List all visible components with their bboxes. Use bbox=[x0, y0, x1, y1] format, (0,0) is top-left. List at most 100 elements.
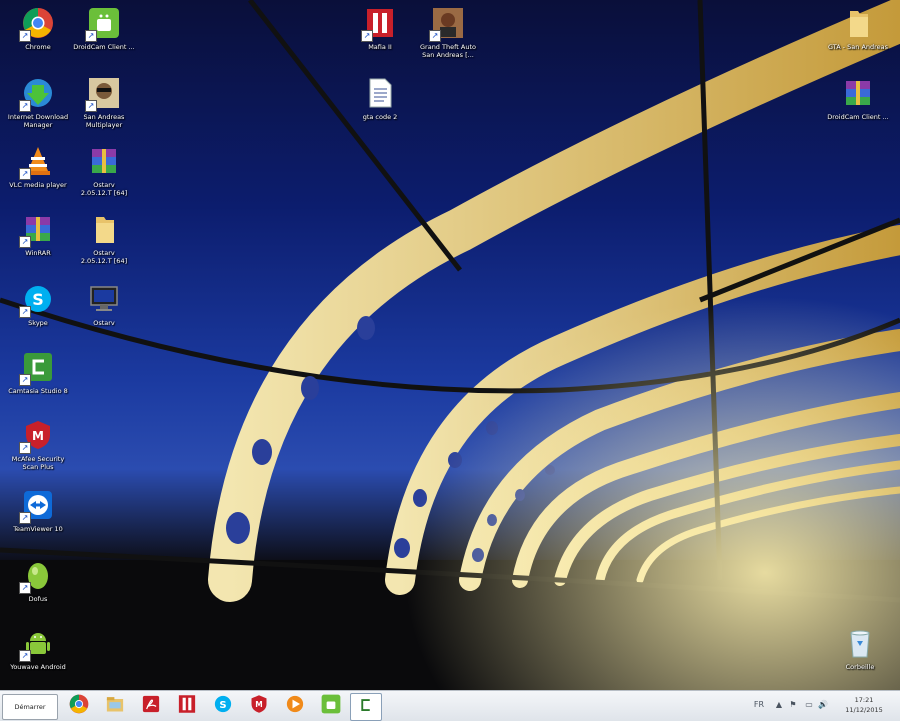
desktop-icon-label: Mafia II bbox=[368, 43, 392, 51]
volume-icon[interactable]: 🔊 bbox=[818, 700, 828, 710]
desktop-icon-label: DroidCam Client ... bbox=[73, 43, 135, 51]
desktop-icon-idm[interactable]: ↗ Internet Download Manager bbox=[0, 76, 76, 129]
folder-icon bbox=[87, 212, 121, 246]
shortcut-arrow-icon: ↗ bbox=[19, 512, 31, 524]
taskbar-item-skype[interactable]: S bbox=[208, 693, 238, 719]
desktop-icon-droidcam[interactable]: ↗ DroidCam Client ... bbox=[66, 6, 142, 51]
desktop-icon-chrome[interactable]: ↗ Chrome bbox=[0, 6, 76, 51]
skype-icon: S bbox=[213, 694, 233, 718]
taskbar-item-camtasia[interactable] bbox=[350, 693, 382, 721]
chrome-icon: ↗ bbox=[19, 6, 55, 42]
system-clock[interactable]: 17:21 11/12/2015 bbox=[836, 695, 892, 715]
shortcut-arrow-icon: ↗ bbox=[361, 30, 373, 42]
desktop-icon-droidcam-archive[interactable]: DroidCam Client ... bbox=[820, 76, 896, 121]
winrar-icon bbox=[87, 144, 121, 178]
idm-icon: ↗ bbox=[19, 76, 55, 112]
shortcut-arrow-icon: ↗ bbox=[19, 168, 31, 180]
vlc-icon: ↗ bbox=[19, 144, 55, 180]
desktop-icon-youwave[interactable]: ↗ Youwave Android bbox=[0, 626, 76, 671]
desktop-icon-vlc[interactable]: ↗ VLC media player bbox=[0, 144, 76, 189]
taskbar-item-droidcam[interactable] bbox=[316, 693, 346, 719]
desktop-icon-camtasia[interactable]: ↗ Camtasia Studio 8 bbox=[0, 350, 76, 395]
desktop-icon-gta-san-andreas[interactable]: ↗ Grand Theft Auto San Andreas [... bbox=[410, 6, 486, 59]
shortcut-arrow-icon: ↗ bbox=[19, 30, 31, 42]
desktop[interactable]: ↗ Chrome ↗ DroidCam Client ... ↗ Mafia I… bbox=[0, 0, 900, 690]
mcafee-icon: M bbox=[249, 694, 269, 718]
desktop-icon-label: Ostarv 2.05.12.T [64] bbox=[80, 181, 128, 197]
taskbar-item-mcafee[interactable]: M bbox=[244, 693, 274, 719]
samp-icon: ↗ bbox=[85, 76, 121, 112]
desktop-icon-teamviewer[interactable]: ↗ TeamViewer 10 bbox=[0, 488, 76, 533]
taskbar-item-acrobat[interactable] bbox=[136, 693, 166, 719]
camtasia-icon: ↗ bbox=[19, 350, 55, 386]
taskbar-item-explorer[interactable] bbox=[100, 693, 130, 719]
svg-text:M: M bbox=[255, 700, 262, 709]
desktop-icon-dofus[interactable]: ↗ Dofus bbox=[0, 558, 76, 603]
desktop-icon-label: Youwave Android bbox=[10, 663, 66, 671]
desktop-icon-mafia[interactable]: ↗ Mafia II bbox=[342, 6, 418, 51]
mafia-icon bbox=[177, 694, 197, 718]
desktop-icon-label: Camtasia Studio 8 bbox=[8, 387, 68, 395]
desktop-icon-label: DroidCam Client ... bbox=[827, 113, 889, 121]
gta-icon: ↗ bbox=[429, 6, 465, 42]
desktop-icon-recycle-bin[interactable]: Corbeille bbox=[822, 626, 898, 671]
desktop-icon-label: Grand Theft Auto San Andreas [... bbox=[420, 43, 476, 59]
show-hidden-icons-icon[interactable]: ▲ bbox=[774, 700, 784, 710]
shortcut-arrow-icon: ↗ bbox=[19, 236, 31, 248]
start-button[interactable]: Démarrer bbox=[2, 694, 58, 720]
desktop-icon-label: Chrome bbox=[25, 43, 51, 51]
shortcut-arrow-icon: ↗ bbox=[19, 306, 31, 318]
droidcam-icon bbox=[321, 694, 341, 718]
winrar-icon bbox=[841, 76, 875, 110]
taskbar-item-media-player[interactable] bbox=[280, 693, 310, 719]
desktop-icon-skype[interactable]: S ↗ Skype bbox=[0, 282, 76, 327]
recycle-bin-icon bbox=[843, 626, 877, 660]
taskbar-item-mafia[interactable] bbox=[172, 693, 202, 719]
text-file-icon bbox=[363, 76, 397, 110]
svg-text:S: S bbox=[219, 700, 226, 711]
media-player-icon bbox=[285, 694, 305, 718]
desktop-icon-samp[interactable]: ↗ San Andreas Multiplayer bbox=[66, 76, 142, 129]
shortcut-arrow-icon: ↗ bbox=[85, 100, 97, 112]
explorer-icon bbox=[105, 694, 125, 718]
desktop-icon-label: WinRAR bbox=[25, 249, 51, 257]
desktop-icon-ostarv-folder[interactable]: Ostarv 2.05.12.T [64] bbox=[66, 212, 142, 265]
shortcut-arrow-icon: ↗ bbox=[19, 374, 31, 386]
shortcut-arrow-icon: ↗ bbox=[19, 650, 31, 662]
language-indicator[interactable]: FR bbox=[752, 700, 766, 710]
desktop-icon-label: Internet Download Manager bbox=[7, 113, 69, 129]
desktop-icon-mcafee[interactable]: M ↗ McAfee Security Scan Plus bbox=[0, 418, 76, 471]
camtasia-icon bbox=[356, 695, 376, 719]
mafia-icon: ↗ bbox=[361, 6, 397, 42]
desktop-icon-gta-folder[interactable]: GTA - San Andreas bbox=[820, 6, 896, 51]
mcafee-icon: M ↗ bbox=[19, 418, 55, 454]
taskbar-item-chrome[interactable] bbox=[64, 693, 94, 719]
desktop-icon-label: Dofus bbox=[28, 595, 48, 603]
shortcut-arrow-icon: ↗ bbox=[19, 582, 31, 594]
network-icon[interactable]: ▭ bbox=[804, 700, 814, 710]
desktop-icon-gta-code[interactable]: gta code 2 bbox=[342, 76, 418, 121]
action-center-flag-icon[interactable]: ⚑ bbox=[788, 700, 798, 710]
taskbar: Démarrer S M FR ▲ ⚑ ▭ 🔊 17:21 11/12/2015 bbox=[0, 690, 900, 721]
svg-text:S: S bbox=[32, 290, 44, 309]
desktop-icon-label: McAfee Security Scan Plus bbox=[11, 455, 65, 471]
desktop-icon-label: gta code 2 bbox=[362, 113, 398, 121]
desktop-icon-label: TeamViewer 10 bbox=[13, 525, 63, 533]
svg-text:M: M bbox=[32, 429, 44, 443]
clock-date: 11/12/2015 bbox=[845, 706, 883, 714]
skype-icon: S ↗ bbox=[19, 282, 55, 318]
desktop-icon-label: GTA - San Andreas bbox=[827, 43, 889, 51]
desktop-icon-label: Ostarv 2.05.12.T [64] bbox=[80, 249, 128, 265]
desktop-icon-winrar[interactable]: ↗ WinRAR bbox=[0, 212, 76, 257]
droidcam-icon: ↗ bbox=[85, 6, 121, 42]
start-button-label: Démarrer bbox=[14, 703, 46, 711]
desktop-icon-label: Skype bbox=[28, 319, 48, 327]
desktop-icon-label: Ostarv bbox=[93, 319, 115, 327]
shortcut-arrow-icon: ↗ bbox=[19, 442, 31, 454]
acrobat-icon bbox=[141, 694, 161, 718]
shortcut-arrow-icon: ↗ bbox=[429, 30, 441, 42]
desktop-icon-ostarv-archive[interactable]: Ostarv 2.05.12.T [64] bbox=[66, 144, 142, 197]
teamviewer-icon: ↗ bbox=[19, 488, 55, 524]
desktop-icon-ostarv[interactable]: Ostarv bbox=[66, 282, 142, 327]
computer-icon bbox=[87, 282, 121, 316]
